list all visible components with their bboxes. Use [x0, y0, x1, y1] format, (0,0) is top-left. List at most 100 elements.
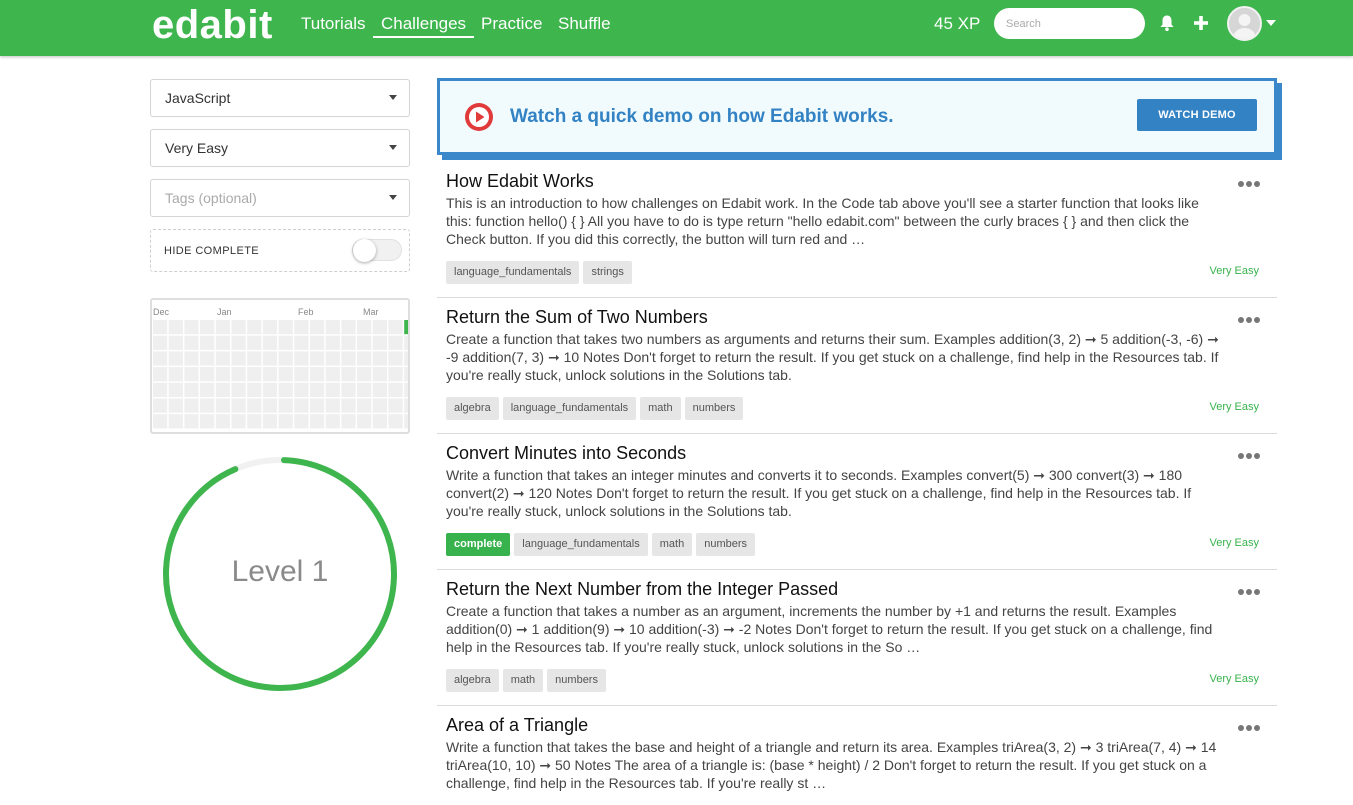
tag[interactable]: numbers: [547, 669, 606, 692]
hide-complete-panel: HIDE COMPLETE: [150, 229, 410, 272]
heatmap-cell: [231, 414, 246, 429]
heatmap-cell: [278, 320, 293, 335]
difficulty-label: Very Easy: [1209, 401, 1259, 413]
tag[interactable]: math: [502, 669, 544, 692]
challenge-tags: language_fundamentals strings: [446, 261, 632, 284]
tag[interactable]: numbers: [696, 533, 755, 556]
heatmap-cell: [341, 320, 356, 335]
heatmap-cell: [278, 351, 293, 366]
challenge-title[interactable]: Convert Minutes into Seconds: [446, 443, 686, 464]
play-icon[interactable]: [464, 102, 494, 132]
heatmap-cell: [168, 414, 183, 429]
heatmap-cell: [168, 367, 183, 382]
heatmap-cell: [184, 320, 199, 335]
hide-complete-label: HIDE COMPLETE: [164, 245, 260, 257]
more-options-icon[interactable]: [1238, 446, 1264, 459]
language-select[interactable]: JavaScript: [150, 79, 410, 117]
challenge-title[interactable]: Return the Next Number from the Integer …: [446, 579, 838, 600]
heatmap-cell: [310, 335, 325, 350]
bell-icon[interactable]: [1158, 14, 1176, 32]
heatmap-cell: [325, 382, 340, 397]
tag[interactable]: algebra: [446, 669, 499, 692]
xp-counter: 45 XP: [934, 14, 981, 33]
challenge-description: Create a function that takes a number as…: [446, 603, 1213, 655]
tag[interactable]: math: [640, 397, 681, 420]
heatmap-cell: [388, 382, 403, 397]
tag[interactable]: numbers: [684, 397, 744, 420]
heatmap-cell: [341, 351, 356, 366]
heatmap-cell: [231, 382, 246, 397]
heatmap-cell: [341, 398, 356, 413]
heatmap-cell: [200, 351, 215, 366]
heatmap-cell: [153, 382, 168, 397]
heatmap-cell: [200, 414, 215, 429]
top-navigation-bar: edabit Tutorials Challenges Practice Shu…: [0, 0, 1353, 56]
heatmap-cell: [262, 414, 278, 429]
tag[interactable]: language_fundamentals: [502, 397, 637, 420]
watch-demo-button[interactable]: WATCH DEMO: [1137, 99, 1257, 131]
tag[interactable]: strings: [583, 261, 632, 284]
challenge-title[interactable]: Return the Sum of Two Numbers: [446, 307, 708, 328]
tags-select[interactable]: Tags (optional): [150, 179, 410, 217]
heatmap-cell: [357, 382, 372, 397]
heatmap-cell: [341, 335, 356, 350]
nav-challenges[interactable]: Challenges: [373, 14, 475, 38]
difficulty-label: Very Easy: [1209, 673, 1259, 685]
tag[interactable]: language_fundamentals: [514, 533, 648, 556]
heatmap-cell: [278, 367, 293, 382]
heatmap-cell: [262, 351, 278, 366]
heatmap-cell: [247, 382, 262, 397]
heatmap-cell: [215, 351, 230, 366]
challenge-title[interactable]: How Edabit Works: [446, 171, 594, 192]
tag[interactable]: algebra: [446, 397, 499, 420]
more-options-icon[interactable]: [1238, 310, 1264, 323]
heatmap-cell: [215, 320, 230, 335]
nav-practice[interactable]: Practice: [481, 14, 542, 34]
heatmap-cell: [357, 351, 372, 366]
heatmap-cell: [341, 414, 356, 429]
heatmap-cell: [215, 382, 230, 397]
heatmap-cell: [247, 398, 262, 413]
heatmap-cell: [247, 335, 262, 350]
more-options-icon[interactable]: [1238, 718, 1264, 731]
tag[interactable]: language_fundamentals: [446, 261, 580, 284]
tag[interactable]: math: [651, 533, 693, 556]
heatmap-cell: [357, 414, 372, 429]
heatmap-cell: [388, 335, 403, 350]
chevron-down-icon: [389, 195, 397, 200]
plus-icon[interactable]: [1193, 14, 1209, 32]
chevron-down-icon: [389, 95, 397, 100]
user-avatar[interactable]: [1227, 6, 1262, 41]
caret-down-icon[interactable]: [1266, 20, 1276, 26]
demo-banner: Watch a quick demo on how Edabit works. …: [437, 78, 1277, 155]
nav-shuffle[interactable]: Shuffle: [558, 14, 611, 34]
search-input[interactable]: [994, 8, 1145, 39]
heatmap-cell: [262, 382, 278, 397]
heatmap-cell: [325, 367, 340, 382]
difficulty-select[interactable]: Very Easy: [150, 129, 410, 167]
nav-tutorials[interactable]: Tutorials: [301, 14, 366, 34]
heatmap-cell: [357, 367, 372, 382]
demo-text: Watch a quick demo on how Edabit works.: [510, 106, 894, 127]
heatmap-cell: [341, 382, 356, 397]
heatmap-month: Jan: [217, 307, 232, 317]
more-options-icon[interactable]: [1238, 174, 1264, 187]
edabit-logo[interactable]: edabit: [152, 2, 273, 48]
toggle-knob: [353, 239, 376, 262]
heatmap-cell: [294, 382, 309, 397]
language-select-value: JavaScript: [165, 90, 231, 106]
heatmap-cell: [278, 335, 293, 350]
heatmap-cell: [184, 367, 199, 382]
more-options-icon[interactable]: [1238, 582, 1264, 595]
challenge-card: Area of a Triangle Write a function that…: [437, 706, 1277, 805]
challenge-title[interactable]: Area of a Triangle: [446, 715, 588, 736]
challenge-card: Return the Sum of Two Numbers Create a f…: [437, 298, 1277, 434]
hide-complete-toggle[interactable]: [352, 239, 402, 262]
challenge-description: Write a function that takes the base and…: [446, 739, 1217, 791]
heatmap-grid: [153, 320, 408, 429]
heatmap-cell: [388, 320, 403, 335]
heatmap-cell: [215, 398, 230, 413]
heatmap-cell: [168, 398, 183, 413]
heatmap-cell: [262, 335, 278, 350]
user-silhouette-icon: [1233, 14, 1256, 39]
